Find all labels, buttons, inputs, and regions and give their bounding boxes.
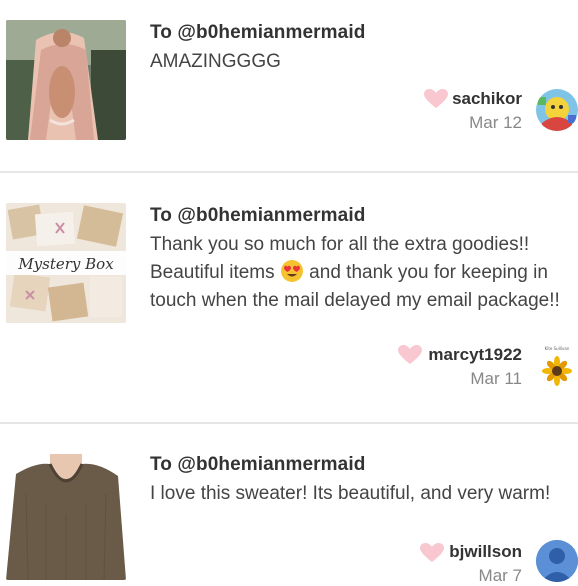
message-feed: To @b0hemianmermaid AMAZINGGGG sachikor … (0, 0, 578, 585)
heart-icon[interactable] (420, 543, 444, 563)
user-icon (536, 540, 578, 582)
heart-icon[interactable] (424, 89, 448, 109)
message-text: AMAZINGGGG (150, 51, 281, 72)
heart-eyes-emoji-icon (280, 260, 303, 282)
heart-icon[interactable] (398, 345, 422, 365)
recipient-line[interactable]: To @b0hemianmermaid (150, 22, 565, 44)
sender-username[interactable]: bjwillson (449, 542, 522, 562)
listing-thumbnail[interactable]: Mystery Box (6, 203, 126, 323)
sender-username[interactable]: marcyt1922 (428, 345, 522, 365)
listing-thumbnail[interactable] (6, 20, 126, 140)
message-text: I love this sweater! Its beautiful, and … (150, 483, 551, 504)
message-date: Mar 7 (478, 566, 522, 585)
sender-avatar[interactable] (536, 89, 578, 131)
recipient-line[interactable]: To @b0hemianmermaid (150, 205, 565, 227)
message-text: Thank you so much for all the extra good… (150, 231, 565, 315)
message-card: To @b0hemianmermaid I love this sweater!… (0, 424, 578, 585)
sender-avatar[interactable]: Kite Sullivan (536, 343, 578, 391)
message-card: To @b0hemianmermaid AMAZINGGGG sachikor … (0, 0, 578, 170)
sender-avatar[interactable] (536, 540, 578, 582)
avatar-caption: Kite Sullivan (545, 346, 570, 351)
recipient-line[interactable]: To @b0hemianmermaid (150, 454, 565, 476)
listing-thumbnail[interactable] (6, 454, 126, 580)
message-date: Mar 11 (470, 369, 522, 388)
thumbnail-caption: Mystery Box (17, 255, 114, 273)
message-card: Mystery Box To @b0hemianmermaid Thank yo… (0, 173, 578, 421)
sender-username[interactable]: sachikor (452, 89, 522, 109)
message-date: Mar 12 (469, 113, 522, 132)
